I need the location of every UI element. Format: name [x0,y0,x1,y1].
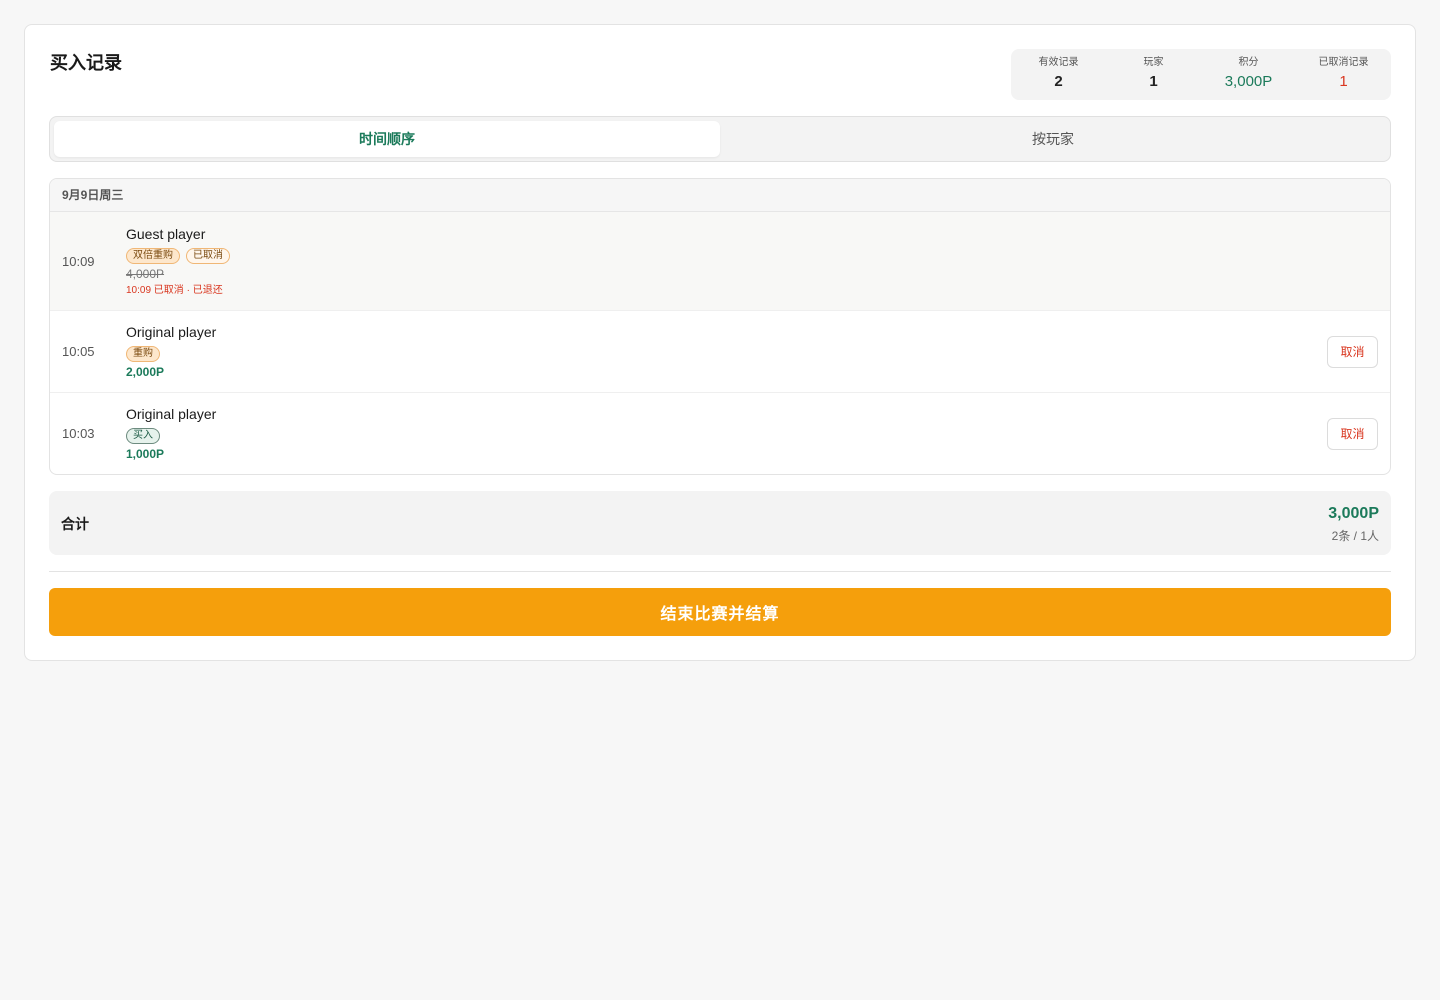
tab-by-player[interactable]: 按玩家 [720,121,1386,157]
record-body: Original player 买入 1,000P [126,405,1390,462]
record-row: 10:03 Original player 买入 1,000P 取消 [50,393,1390,474]
total-amount: 3,000P [1328,505,1379,522]
cancel-note: 10:09 已取消 · 已退还 [126,285,223,296]
badge-cancelled: 已取消 [186,248,230,264]
stat-label: 玩家 [1143,57,1164,68]
record-body: Guest player 双倍重购 已取消 4,000P 10:09 已取消 ·… [126,225,1390,297]
stat-value: 1 [1149,73,1158,90]
view-tabs: 时间顺序 按玩家 [49,116,1391,162]
record-badges: 双倍重购 已取消 [126,248,1390,264]
stats-summary: 有效记录 2 玩家 1 积分 3,000P 已取消记录 1 [1011,49,1391,100]
badge-buyin: 买入 [126,428,160,444]
date-header: 9月9日周三 [50,179,1390,212]
badge-double-rebuy: 双倍重购 [126,248,180,264]
page-title: 买入记录 [50,53,122,73]
stat-value: 1 [1339,73,1348,90]
buyin-records-card: 买入记录 有效记录 2 玩家 1 积分 3,000P 已取消记录 1 时间顺序 … [24,24,1416,661]
record-row: 10:05 Original player 重购 2,000P 取消 [50,311,1390,393]
player-name: Original player [126,324,217,340]
stat-value: 2 [1054,73,1063,90]
record-amount: 1,000P [126,447,165,461]
record-time: 10:03 [62,426,95,441]
record-badges: 重购 [126,346,1390,362]
player-name: Original player [126,406,217,422]
total-count: 2条 / 1人 [1331,529,1379,543]
player-name: Guest player [126,226,206,242]
record-time: 10:05 [62,344,95,359]
record-row: 10:09 Guest player 双倍重购 已取消 4,000P 10:09… [50,212,1390,311]
record-time: 10:09 [62,253,95,269]
stat-value: 3,000P [1224,73,1273,90]
total-label: 合计 [61,516,89,532]
stat-points: 积分 3,000P [1201,57,1296,92]
badge-rebuy: 重购 [126,346,160,362]
stat-label: 已取消记录 [1318,57,1369,68]
record-amount: 4,000P [126,267,165,281]
divider [49,571,1391,572]
total-summary: 合计 3,000P 2条 / 1人 [49,491,1391,555]
record-body: Original player 重购 2,000P [126,323,1390,380]
stat-label: 有效记录 [1038,57,1079,68]
cancel-button[interactable]: 取消 [1327,417,1378,450]
finish-and-settle-button[interactable]: 结束比赛并结算 [49,588,1391,636]
stat-valid-records: 有效记录 2 [1011,57,1106,92]
record-amount: 2,000P [126,365,165,379]
tab-chronological[interactable]: 时间顺序 [54,121,720,157]
stat-players: 玩家 1 [1106,57,1201,92]
stat-cancelled-records: 已取消记录 1 [1296,57,1391,92]
stat-label: 积分 [1238,57,1259,68]
cancel-button[interactable]: 取消 [1327,335,1378,368]
record-badges: 买入 [126,428,1390,444]
records-list: 9月9日周三 10:09 Guest player 双倍重购 已取消 4,000… [49,178,1391,475]
